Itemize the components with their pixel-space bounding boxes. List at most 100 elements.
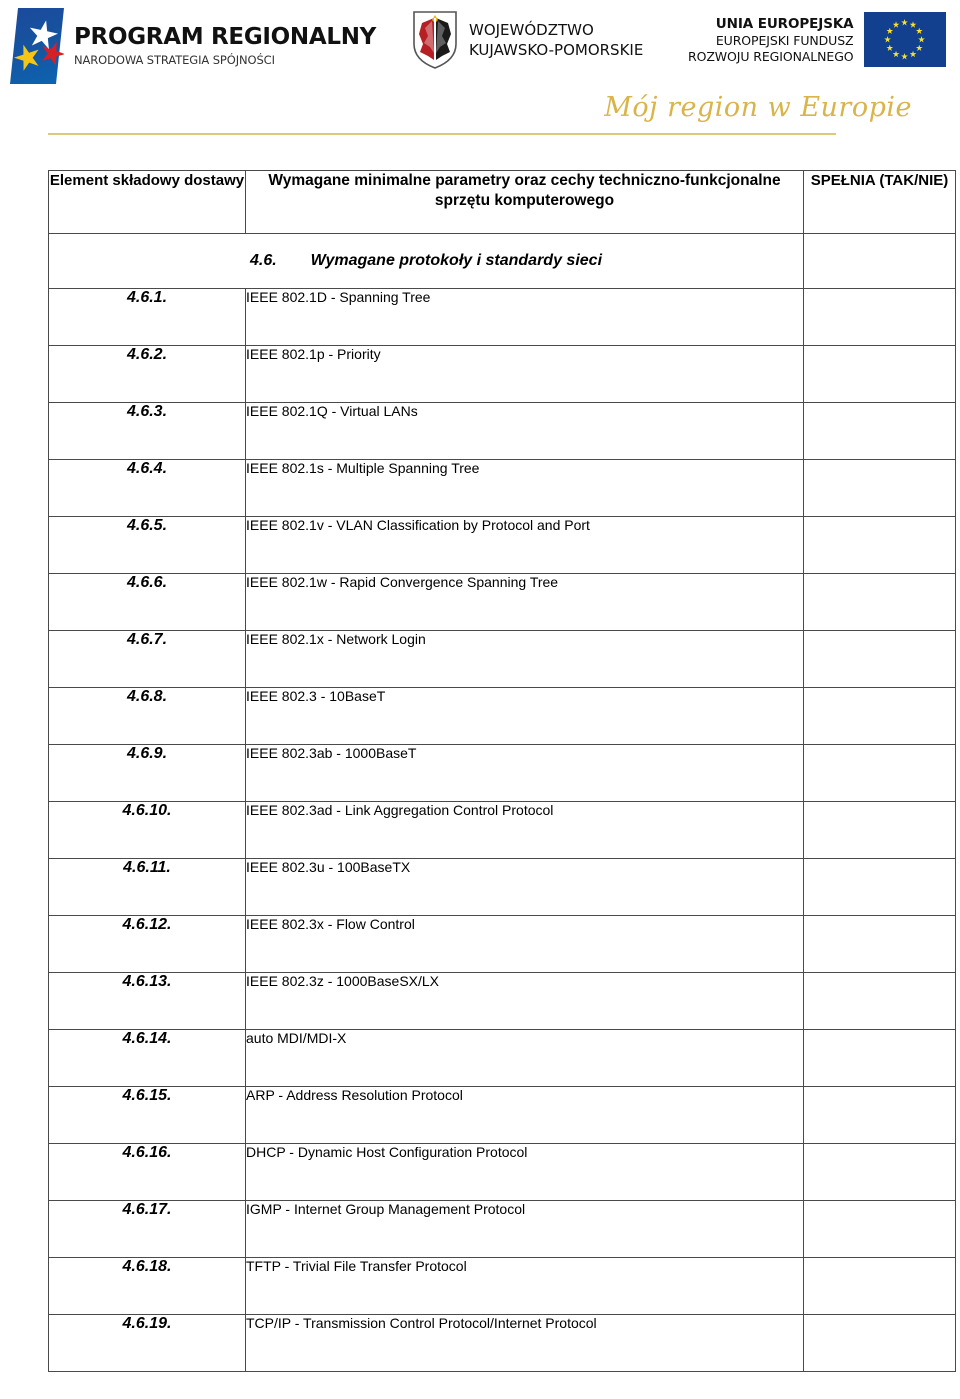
eu-star-icon <box>886 44 894 51</box>
row-number-cell: 4.6.9. <box>48 744 246 802</box>
eu-star-icon <box>884 36 891 43</box>
table-row: 4.6.7. IEEE 802.1x - Network Login <box>48 630 956 688</box>
row-number-cell: 4.6.13. <box>48 972 246 1030</box>
table-row: 4.6.10. IEEE 802.3ad - Link Aggregation C… <box>48 801 956 859</box>
eu-star-icon <box>901 19 908 26</box>
table-row: 4.6.9. IEEE 802.3ab - 1000BaseT <box>48 744 956 802</box>
row-number-cell: 4.6.3. <box>48 402 246 460</box>
row-number-cell: 4.6.1. <box>48 288 246 346</box>
row-compliance-cell[interactable] <box>803 687 956 745</box>
row-description-cell: DHCP - Dynamic Host Configuration Protoc… <box>245 1143 804 1201</box>
row-compliance-cell[interactable] <box>803 744 956 802</box>
row-description-cell: auto MDI/MDI-X <box>245 1029 804 1087</box>
row-compliance-cell[interactable] <box>803 1200 956 1258</box>
table-row: 4.6.13. IEEE 802.3z - 1000BaseSX/LX <box>48 972 956 1030</box>
section-number: 4.6. <box>249 252 277 269</box>
table-row: 4.6.14. auto MDI/MDI-X <box>48 1029 956 1087</box>
table-row: 4.6.4. IEEE 802.1s - Multiple Spanning Tr… <box>48 459 956 517</box>
row-compliance-cell[interactable] <box>803 345 956 403</box>
table-row: 4.6.2. IEEE 802.1p - Priority <box>48 345 956 403</box>
program-regionalny-logo: PROGRAM REGIONALNY NARODOWA STRATEGIA SP… <box>6 8 376 84</box>
row-number-cell: 4.6.11. <box>48 858 246 916</box>
row-compliance-cell[interactable] <box>803 402 956 460</box>
table-row: 4.6.11. IEEE 802.3u - 100BaseTX <box>48 858 956 916</box>
row-description-cell: IEEE 802.1Q - Virtual LANs <box>245 402 804 460</box>
row-number-cell: 4.6.7. <box>48 630 246 688</box>
row-description-cell: TCP/IP - Transmission Control Protocol/I… <box>245 1314 804 1372</box>
wojewodztwo-label-line1: WOJEWÓDZTWO <box>469 20 594 39</box>
row-description-cell: IEEE 802.1v - VLAN Classification by Pro… <box>245 516 804 574</box>
row-number-cell: 4.6.14. <box>48 1029 246 1087</box>
row-compliance-cell[interactable] <box>803 1314 956 1372</box>
row-number-cell: 4.6.15. <box>48 1086 246 1144</box>
eu-star-icon <box>909 21 917 28</box>
header-cell-element-skladowy: Element składowy dostawy <box>48 170 246 234</box>
eu-star-icon <box>915 44 923 51</box>
row-description-cell: TFTP - Trivial File Transfer Protocol <box>245 1257 804 1315</box>
row-compliance-cell[interactable] <box>803 915 956 973</box>
table-row: 4.6.1. IEEE 802.1D - Spanning Tree <box>48 288 956 346</box>
row-compliance-cell[interactable] <box>803 1086 956 1144</box>
table-section-row: 4.6. Wymagane protokoły i standardy sieci <box>48 233 956 289</box>
program-regionalny-subtitle: NARODOWA STRATEGIA SPÓJNOŚCI <box>74 52 275 67</box>
row-number-cell: 4.6.10. <box>48 801 246 859</box>
row-compliance-cell[interactable] <box>803 516 956 574</box>
program-regionalny-stars-icon <box>6 8 64 84</box>
row-compliance-cell[interactable] <box>803 573 956 631</box>
document-header-banner: PROGRAM REGIONALNY NARODOWA STRATEGIA SP… <box>0 0 960 155</box>
row-description-cell: IEEE 802.3ad - Link Aggregation Control … <box>245 801 804 859</box>
table-row: 4.6.16. DHCP - Dynamic Host Configuration… <box>48 1143 956 1201</box>
eu-star-icon <box>918 36 925 43</box>
row-number-cell: 4.6.19. <box>48 1314 246 1372</box>
eu-star-icon <box>901 53 908 60</box>
row-description-cell: IEEE 802.1D - Spanning Tree <box>245 288 804 346</box>
eu-star-icon <box>909 50 917 58</box>
row-compliance-cell[interactable] <box>803 858 956 916</box>
program-regionalny-title: PROGRAM REGIONALNY <box>74 24 377 51</box>
wojewodztwo-kujawsko-pomorskie-logo: WOJEWÓDZTWO KUJAWSKO-POMORSKIE <box>412 10 643 70</box>
row-number-cell: 4.6.6. <box>48 573 246 631</box>
row-description-cell: IEEE 802.3u - 100BaseTX <box>245 858 804 916</box>
table-header-row: Element składowy dostawy Wymagane minima… <box>48 170 956 234</box>
row-compliance-cell[interactable] <box>803 1257 956 1315</box>
table-row: 4.6.12. IEEE 802.3x - Flow Control <box>48 915 956 973</box>
row-compliance-cell[interactable] <box>803 801 956 859</box>
row-number-cell: 4.6.12. <box>48 915 246 973</box>
wojewodztwo-label-line2: KUJAWSKO-POMORSKIE <box>469 41 644 59</box>
row-description-cell: IEEE 802.1x - Network Login <box>245 630 804 688</box>
specification-table: Element składowy dostawy Wymagane minima… <box>48 170 956 1372</box>
row-number-cell: 4.6.5. <box>48 516 246 574</box>
row-description-cell: IEEE 802.3z - 1000BaseSX/LX <box>245 972 804 1030</box>
section-heading: 4.6. Wymagane protokoły i standardy sieci <box>48 233 804 289</box>
row-description-cell: IEEE 802.3 - 10BaseT <box>245 687 804 745</box>
eu-star-icon <box>892 50 900 58</box>
eu-star-icon <box>886 27 894 34</box>
eu-star-icon <box>915 27 923 34</box>
table-row: 4.6.5. IEEE 802.1v - VLAN Classification … <box>48 516 956 574</box>
row-number-cell: 4.6.18. <box>48 1257 246 1315</box>
european-union-flag-icon <box>863 12 946 67</box>
section-compliance-cell[interactable] <box>803 233 956 289</box>
row-compliance-cell[interactable] <box>803 1143 956 1201</box>
unia-europejska-line2: EUROPEJSKI FUNDUSZ <box>715 32 854 48</box>
table-row: 4.6.6. IEEE 802.1w - Rapid Convergence Sp… <box>48 573 956 631</box>
row-compliance-cell[interactable] <box>803 288 956 346</box>
row-compliance-cell[interactable] <box>803 459 956 517</box>
row-description-cell: IEEE 802.3x - Flow Control <box>245 915 804 973</box>
row-compliance-cell[interactable] <box>803 972 956 1030</box>
row-number-cell: 4.6.4. <box>48 459 246 517</box>
row-description-cell: IEEE 802.3ab - 1000BaseT <box>245 744 804 802</box>
table-row: 4.6.3. IEEE 802.1Q - Virtual LANs <box>48 402 956 460</box>
table-row: 4.6.17. IGMP - Internet Group Management … <box>48 1200 956 1258</box>
unia-europejska-line1: UNIA EUROPEJSKA <box>715 15 854 32</box>
row-description-cell: ARP - Address Resolution Protocol <box>245 1086 804 1144</box>
table-row: 4.6.15. ARP - Address Resolution Protocol <box>48 1086 956 1144</box>
table-row: 4.6.18. TFTP - Trivial File Transfer Prot… <box>48 1257 956 1315</box>
row-compliance-cell[interactable] <box>803 630 956 688</box>
row-number-cell: 4.6.2. <box>48 345 246 403</box>
row-compliance-cell[interactable] <box>803 1029 956 1087</box>
eu-star-icon <box>892 21 900 28</box>
row-number-cell: 4.6.16. <box>48 1143 246 1201</box>
section-title: Wymagane protokoły i standardy sieci <box>310 252 603 269</box>
header-gold-divider <box>48 133 836 135</box>
